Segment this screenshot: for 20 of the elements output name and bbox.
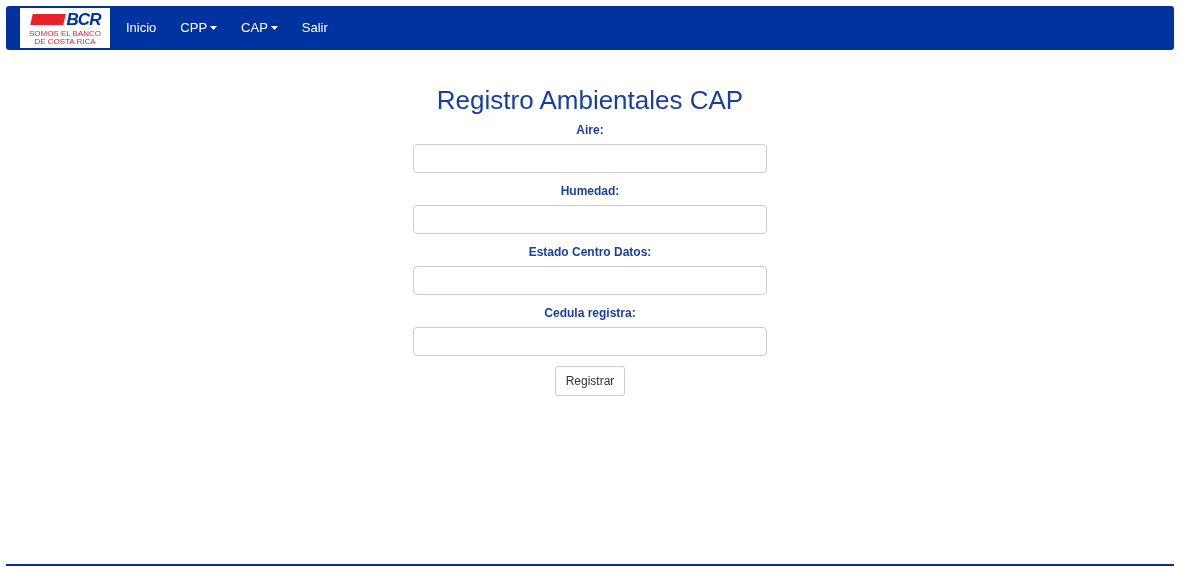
logo-stripe-icon [29, 13, 66, 25]
input-field[interactable] [413, 144, 767, 173]
logo-text: BCR [66, 10, 101, 28]
bank-logo[interactable]: BCR SOMOS EL BANCO DE COSTA RICA [20, 8, 110, 48]
field-label: Humedad: [560, 183, 620, 199]
caret-icon [270, 26, 278, 30]
dropdown-menu-link[interactable]: CPP [168, 18, 230, 38]
dropdown-menu-link[interactable]: CAP [229, 18, 290, 38]
nav-link[interactable]: Inicio [114, 18, 169, 38]
page-title: Registro Ambientales CAP [436, 84, 744, 116]
input-field[interactable] [413, 327, 767, 356]
logo-tagline: SOMOS EL BANCO DE COSTA RICA [27, 29, 103, 46]
field-label: Aire: [576, 122, 604, 138]
caret-icon [210, 26, 218, 30]
input-field[interactable] [413, 205, 767, 234]
field-label: Estado Centro Datos: [528, 244, 652, 260]
input-field[interactable] [413, 266, 767, 295]
register-button[interactable]: Registrar [554, 366, 626, 396]
field-label: Cedula registra: [544, 305, 636, 321]
nav-link[interactable]: Salir [289, 18, 340, 38]
